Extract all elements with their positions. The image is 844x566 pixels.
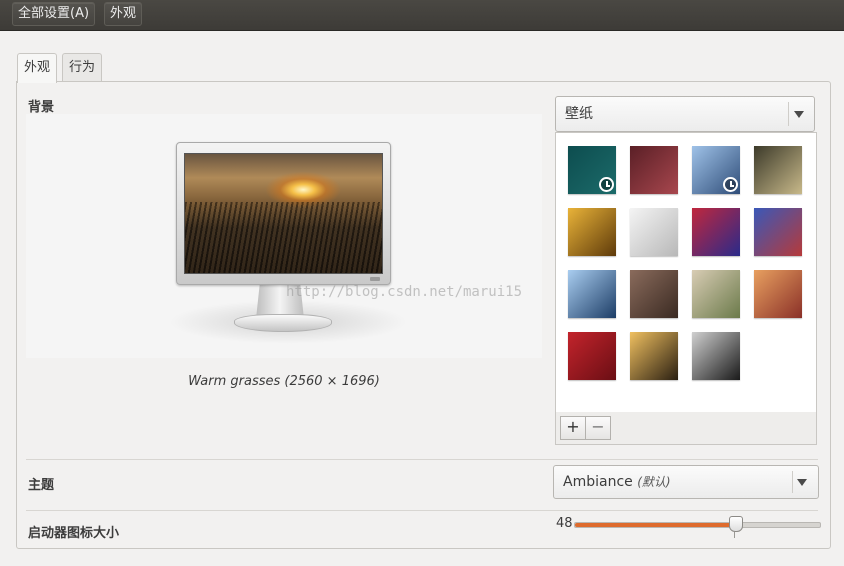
- wallpaper-thumbnail-purple-tiles[interactable]: [692, 208, 740, 256]
- theme-default-hint: (默认): [637, 475, 671, 489]
- wallpaper-thumbnail-valley[interactable]: [692, 270, 740, 318]
- wallpaper-thumbnail-building-bw[interactable]: [692, 332, 740, 380]
- monitor-icon: [176, 142, 391, 285]
- wallpaper-thumbnail-ubuntu-red[interactable]: [568, 332, 616, 380]
- divider: [26, 510, 818, 511]
- launcher-icon-size-label: 启动器图标大小: [28, 526, 120, 541]
- top-menubar: 全部设置(A) 外观: [0, 0, 844, 31]
- wallpaper-thumbnail-moon-lake[interactable]: [692, 146, 740, 194]
- background-section-label: 背景: [28, 100, 55, 115]
- add-wallpaper-button[interactable]: +: [560, 416, 586, 440]
- slider-default-tick: [734, 532, 735, 538]
- chevron-down-icon: [797, 479, 807, 486]
- remove-wallpaper-button[interactable]: −: [585, 416, 611, 440]
- chevron-down-icon: [794, 111, 804, 118]
- wallpaper-source-dropdown[interactable]: 壁纸: [555, 96, 815, 132]
- preview-wallpaper-image: [184, 153, 383, 274]
- slider-handle[interactable]: [728, 516, 743, 532]
- appearance-breadcrumb-button[interactable]: 外观: [104, 2, 143, 26]
- tab-appearance[interactable]: 外观: [17, 53, 58, 83]
- launcher-icon-size-slider[interactable]: [574, 522, 821, 528]
- wallpaper-caption: Warm grasses (2560 × 1696): [188, 374, 380, 389]
- theme-label: 主题: [28, 478, 55, 493]
- slider-fill: [575, 523, 737, 527]
- wallpaper-thumbnail-bench[interactable]: [754, 146, 802, 194]
- wallpaper-thumbnail-blue-coast[interactable]: [568, 270, 616, 318]
- launcher-icon-size-value: 48: [556, 516, 573, 531]
- divider: [26, 459, 818, 460]
- monitor-power-led: [370, 277, 380, 281]
- wallpaper-toolbar: + −: [555, 412, 817, 445]
- wallpaper-thumbnail-teal[interactable]: [568, 146, 616, 194]
- clock-icon: [723, 177, 738, 192]
- wallpaper-thumbnail-pebbles[interactable]: [630, 270, 678, 318]
- watermark-text: http://blog.csdn.net/marui15: [286, 284, 523, 300]
- theme-dropdown[interactable]: Ambiance (默认): [553, 465, 819, 499]
- wallpaper-thumbnail-golden-leaf[interactable]: [568, 208, 616, 256]
- clock-icon: [599, 177, 614, 192]
- wallpaper-thumbnail-warm-grasses[interactable]: [630, 332, 678, 380]
- all-settings-button[interactable]: 全部设置(A): [12, 2, 96, 26]
- monitor-stand-base: [234, 314, 332, 332]
- wallpaper-thumbnail-maroon[interactable]: [630, 146, 678, 194]
- tab-behavior[interactable]: 行为: [62, 53, 103, 82]
- theme-value: Ambiance: [563, 474, 633, 490]
- wallpaper-thumbnail-turntable[interactable]: [754, 208, 802, 256]
- wallpaper-source-value: 壁纸: [565, 106, 593, 122]
- wallpaper-thumbnail-red-bokeh[interactable]: [754, 270, 802, 318]
- wallpaper-thumbnail-white-dunes[interactable]: [630, 208, 678, 256]
